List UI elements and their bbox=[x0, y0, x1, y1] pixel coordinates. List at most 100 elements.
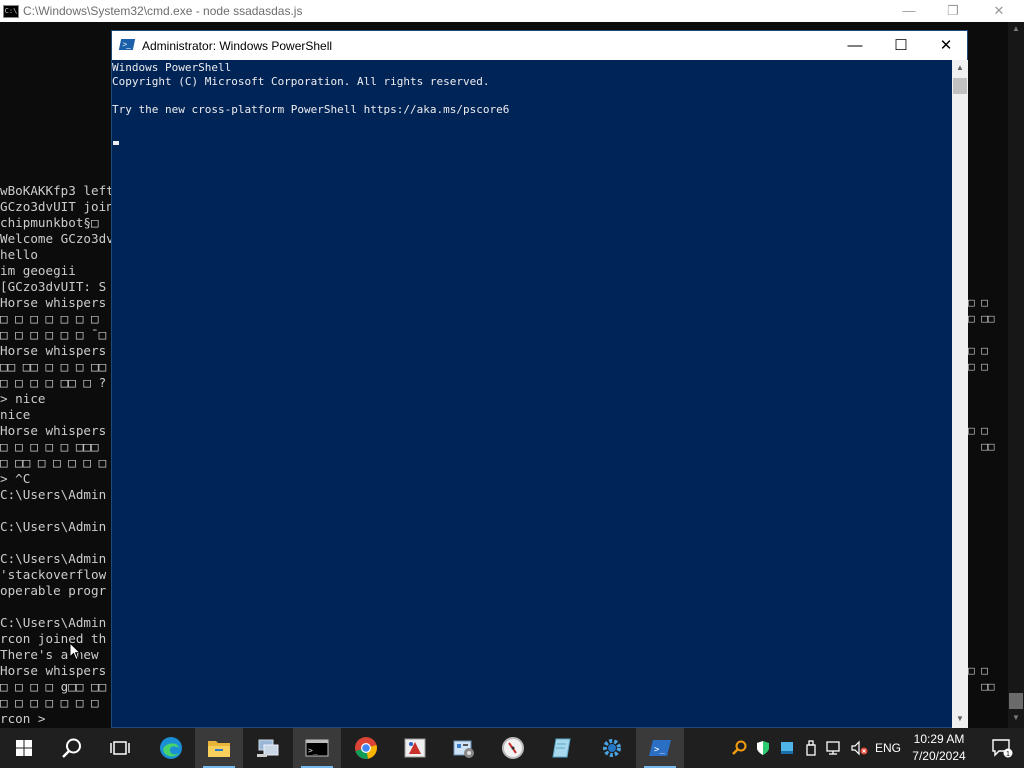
scroll-down-arrow-icon[interactable]: ▼ bbox=[952, 714, 968, 723]
cmd-scrollbar[interactable]: ▲ ▼ bbox=[1008, 22, 1024, 728]
console-line: There's a new bbox=[0, 647, 99, 662]
paint-app-button[interactable] bbox=[391, 728, 439, 768]
network-icon bbox=[257, 739, 279, 757]
notification-icon: 1 bbox=[992, 739, 1013, 758]
tray-app-button[interactable] bbox=[776, 728, 798, 768]
console-line: □ □ □ □ □□ □ ? bbox=[0, 375, 107, 390]
console-line: □ □ bbox=[968, 424, 988, 437]
gear-icon bbox=[603, 739, 621, 757]
action-center-button[interactable]: 1 bbox=[982, 728, 1022, 768]
chrome-icon bbox=[355, 737, 377, 759]
mouse-pointer-icon bbox=[69, 642, 81, 661]
console-line: □ □□ bbox=[968, 312, 995, 325]
console-line: GCzo3dvUIT joined the game bbox=[0, 199, 115, 214]
cmd-scrollbar-thumb[interactable] bbox=[1009, 693, 1023, 709]
console-line: □ □ □ □ □ □□□ bbox=[0, 439, 99, 454]
task-view-icon bbox=[110, 741, 130, 755]
notepad-icon bbox=[552, 738, 571, 758]
control-panel-icon bbox=[453, 740, 474, 758]
console-line: C:\Users\Admin bbox=[0, 487, 107, 502]
console-line: rcon joined th bbox=[0, 631, 107, 646]
cmd-minimize-button[interactable]: — bbox=[886, 0, 932, 22]
task-view-button[interactable] bbox=[96, 728, 144, 768]
cmd-restore-button[interactable]: ❐ bbox=[930, 0, 976, 22]
powershell-scrollbar[interactable]: ▲ ▼ bbox=[952, 60, 968, 728]
powershell-console-output: Windows PowerShell Copyright (C) Microsof… bbox=[112, 61, 509, 117]
taskbar: >_ >_ ENG 10:29 AM 7/20/2024 1 bbox=[0, 728, 1024, 768]
svg-text:>_: >_ bbox=[654, 745, 665, 755]
powershell-button[interactable]: >_ bbox=[636, 728, 684, 768]
console-line: C:\Users\Admin bbox=[0, 615, 107, 630]
clock-date: 7/20/2024 bbox=[912, 749, 966, 763]
notification-count: 1 bbox=[1006, 751, 1010, 758]
language-indicator[interactable]: ENG bbox=[872, 728, 904, 768]
console-line: Horse whispers bbox=[0, 663, 107, 678]
compass-app-button[interactable] bbox=[489, 728, 537, 768]
tray-usb-button[interactable] bbox=[800, 728, 822, 768]
notepad-app-button[interactable] bbox=[538, 728, 586, 768]
console-line: Windows PowerShell bbox=[112, 61, 232, 74]
console-line: rcon > bbox=[0, 711, 54, 726]
shield-icon bbox=[757, 741, 769, 755]
usb-drive-icon bbox=[806, 740, 816, 756]
console-line: operable progr bbox=[0, 583, 107, 598]
edge-button[interactable] bbox=[147, 728, 195, 768]
powershell-scrollbar-thumb[interactable] bbox=[953, 78, 967, 94]
tray-search-icon-button[interactable] bbox=[728, 728, 750, 768]
cmd-close-button[interactable]: ✕ bbox=[976, 0, 1022, 22]
powershell-close-button[interactable]: ✕ bbox=[923, 31, 969, 60]
scroll-down-arrow-icon[interactable]: ▼ bbox=[1008, 713, 1024, 722]
console-line: nice bbox=[0, 407, 31, 422]
magnifier-icon bbox=[732, 740, 747, 755]
tray-volume-button[interactable] bbox=[848, 728, 870, 768]
app-tile-icon bbox=[781, 742, 793, 754]
search-button[interactable] bbox=[48, 728, 96, 768]
powershell-window[interactable]: >_ Administrator: Windows PowerShell — ☐… bbox=[111, 30, 968, 728]
control-panel-button[interactable] bbox=[440, 728, 488, 768]
console-line: □ □ □ □ g□□ □□ bbox=[0, 679, 107, 694]
cmd-window-title: C:\Windows\System32\cmd.exe - node ssada… bbox=[23, 4, 303, 18]
scroll-up-arrow-icon[interactable]: ▲ bbox=[952, 63, 968, 72]
cmd-title-bar[interactable]: C:\ C:\Windows\System32\cmd.exe - node s… bbox=[0, 0, 1024, 22]
tray-network-button[interactable] bbox=[824, 728, 846, 768]
scroll-up-arrow-icon[interactable]: ▲ bbox=[1008, 24, 1024, 33]
powershell-minimize-button[interactable]: — bbox=[832, 31, 878, 60]
powershell-window-title: Administrator: Windows PowerShell bbox=[142, 39, 333, 53]
chrome-button[interactable] bbox=[342, 728, 390, 768]
file-explorer-button[interactable] bbox=[195, 728, 243, 768]
console-line: □ □ □ □ □ □ ˉ□ bbox=[0, 327, 107, 342]
speaker-muted-icon bbox=[851, 740, 868, 756]
console-line: 'stackoverflow bbox=[0, 567, 107, 582]
console-line: Copyright (C) Microsoft Corporation. All… bbox=[112, 75, 490, 88]
cmd-button[interactable]: >_ bbox=[293, 728, 341, 768]
console-line: Horse whispers bbox=[0, 343, 107, 358]
powershell-title-bar[interactable]: >_ Administrator: Windows PowerShell — ☐… bbox=[112, 31, 967, 60]
taskbar-clock[interactable]: 10:29 AM 7/20/2024 bbox=[908, 731, 970, 765]
settings-app-button[interactable] bbox=[588, 728, 636, 768]
network-app-button[interactable] bbox=[244, 728, 292, 768]
start-button[interactable] bbox=[0, 728, 48, 768]
powershell-maximize-button[interactable]: ☐ bbox=[878, 31, 924, 60]
console-line: □ □ □ □ □ □ □ bbox=[0, 695, 99, 710]
console-line: □□ bbox=[968, 680, 995, 693]
console-line: hello bbox=[0, 247, 38, 262]
search-icon bbox=[62, 738, 81, 758]
console-line: Horse whispers bbox=[0, 423, 107, 438]
compass-icon bbox=[502, 737, 524, 759]
tray-security-button[interactable] bbox=[752, 728, 774, 768]
console-line: Horse whispers bbox=[0, 295, 107, 310]
